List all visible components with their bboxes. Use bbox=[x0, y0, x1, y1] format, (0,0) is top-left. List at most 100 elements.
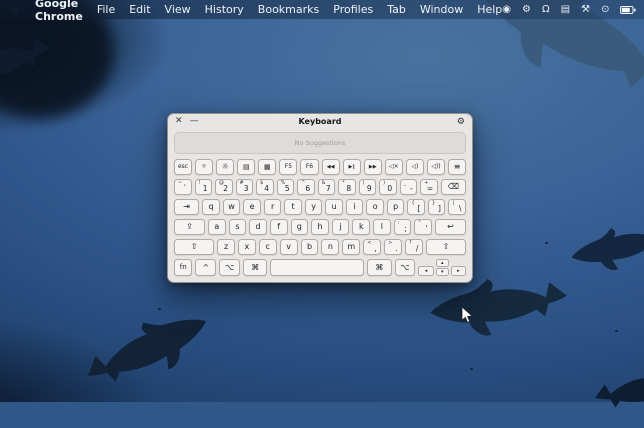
key-option-left[interactable]: ⌥ bbox=[219, 259, 240, 276]
key-y[interactable]: y bbox=[305, 199, 323, 215]
menu-item-edit[interactable]: Edit bbox=[129, 3, 150, 16]
key-k[interactable]: k bbox=[352, 219, 370, 235]
key-command-left[interactable]: ⌘ bbox=[243, 259, 267, 276]
apple-menu[interactable] bbox=[10, 3, 21, 16]
key-f[interactable]: f bbox=[270, 219, 288, 235]
key-p[interactable]: p bbox=[387, 199, 405, 215]
key-period[interactable]: >. bbox=[384, 239, 402, 255]
menu-item-file[interactable]: File bbox=[97, 3, 115, 16]
key-arrow-left[interactable]: ◂ bbox=[418, 266, 433, 276]
key-esc[interactable]: esc bbox=[174, 159, 192, 175]
key-play-pause[interactable]: ▶∥ bbox=[343, 159, 361, 175]
key-w[interactable]: w bbox=[223, 199, 241, 215]
key-5[interactable]: %5 bbox=[277, 179, 295, 195]
key-return[interactable]: ↩ bbox=[435, 219, 466, 235]
key-6[interactable]: ^6 bbox=[297, 179, 315, 195]
menu-item-history[interactable]: History bbox=[205, 3, 244, 16]
key-v[interactable]: v bbox=[280, 239, 298, 255]
menu-app-name[interactable]: Google Chrome bbox=[35, 0, 83, 23]
key-option-right[interactable]: ⌥ bbox=[395, 259, 416, 276]
key-tab[interactable]: ⇥ bbox=[174, 199, 199, 215]
key-caps-lock[interactable]: ⇪ bbox=[174, 219, 205, 235]
key-shift-right[interactable]: ⇧ bbox=[426, 239, 466, 255]
key-b[interactable]: b bbox=[301, 239, 319, 255]
key-launchpad[interactable]: ▦ bbox=[258, 159, 276, 175]
key-quote[interactable]: "' bbox=[414, 219, 432, 235]
key-9[interactable]: (9 bbox=[359, 179, 377, 195]
shark-silhouette bbox=[588, 355, 644, 427]
key-g[interactable]: g bbox=[291, 219, 309, 235]
menu-item-help[interactable]: Help bbox=[477, 3, 502, 16]
headphones-icon[interactable]: Ω bbox=[542, 5, 550, 15]
key-delete[interactable]: ⌫ bbox=[441, 179, 466, 195]
key-comma[interactable]: <, bbox=[363, 239, 381, 255]
key-r[interactable]: r bbox=[264, 199, 282, 215]
key-=[interactable]: += bbox=[420, 179, 438, 195]
key-menu[interactable]: ≡ bbox=[448, 159, 466, 175]
key-volume-down[interactable]: ◁) bbox=[406, 159, 424, 175]
key-i[interactable]: i bbox=[346, 199, 364, 215]
key-l[interactable]: l bbox=[373, 219, 391, 235]
key-m[interactable]: m bbox=[342, 239, 360, 255]
key-mission-control[interactable]: ▤ bbox=[237, 159, 255, 175]
key-semicolon[interactable]: :; bbox=[394, 219, 412, 235]
key-j[interactable]: j bbox=[332, 219, 350, 235]
menu-item-tab[interactable]: Tab bbox=[387, 3, 406, 16]
shark-silhouette bbox=[563, 217, 644, 282]
battery-icon[interactable] bbox=[620, 6, 636, 14]
key-f5[interactable]: F5 bbox=[279, 159, 297, 175]
key-x[interactable]: x bbox=[238, 239, 256, 255]
key-2[interactable]: @2 bbox=[215, 179, 233, 195]
key-space[interactable] bbox=[270, 259, 364, 276]
key-backtick[interactable]: ~` bbox=[174, 179, 192, 195]
key-arrow-down[interactable]: ▾ bbox=[436, 268, 449, 276]
key-c[interactable]: c bbox=[259, 239, 277, 255]
key-control[interactable]: ^ bbox=[195, 259, 216, 276]
key-a[interactable]: a bbox=[208, 219, 226, 235]
key-backslash[interactable]: |\ bbox=[448, 199, 466, 215]
menu-item-window[interactable]: Window bbox=[420, 3, 463, 16]
keyboard-settings-button[interactable]: ⚙ bbox=[457, 117, 465, 127]
gear-icon[interactable]: ⚙ bbox=[522, 5, 531, 15]
tools-icon[interactable]: ⚒ bbox=[581, 5, 590, 15]
keyboard-icon[interactable]: ▤ bbox=[561, 5, 570, 15]
key-4[interactable]: $4 bbox=[256, 179, 274, 195]
key-bracket-close[interactable]: }] bbox=[428, 199, 446, 215]
key-e[interactable]: e bbox=[243, 199, 261, 215]
key-1[interactable]: !1 bbox=[195, 179, 213, 195]
key-command-right[interactable]: ⌘ bbox=[367, 259, 391, 276]
key-mute[interactable]: ◁× bbox=[385, 159, 403, 175]
key-s[interactable]: s bbox=[229, 219, 247, 235]
key-q[interactable]: q bbox=[202, 199, 220, 215]
menu-item-view[interactable]: View bbox=[165, 3, 191, 16]
key-u[interactable]: u bbox=[325, 199, 343, 215]
window-title-bar[interactable]: ✕ — Keyboard ⚙ bbox=[168, 114, 472, 129]
key-o[interactable]: o bbox=[366, 199, 384, 215]
record-icon[interactable]: ◉ bbox=[502, 5, 511, 15]
key-h[interactable]: h bbox=[311, 219, 329, 235]
key-d[interactable]: d bbox=[249, 219, 267, 235]
key-z[interactable]: z bbox=[217, 239, 235, 255]
key-arrow-up[interactable]: ▴ bbox=[436, 259, 449, 267]
key--[interactable]: _- bbox=[400, 179, 418, 195]
key-t[interactable]: t bbox=[284, 199, 302, 215]
key-bracket-open[interactable]: {[ bbox=[407, 199, 425, 215]
key-fn[interactable]: fn bbox=[174, 259, 192, 276]
screen-record-icon[interactable]: ⊙ bbox=[601, 5, 609, 15]
key-7[interactable]: &7 bbox=[318, 179, 336, 195]
key-slash[interactable]: ?/ bbox=[405, 239, 423, 255]
key-fast-forward[interactable]: ▶▶ bbox=[364, 159, 382, 175]
key-brightness-up[interactable]: ☼ bbox=[216, 159, 234, 175]
key-f6[interactable]: F6 bbox=[300, 159, 318, 175]
menu-item-bookmarks[interactable]: Bookmarks bbox=[258, 3, 319, 16]
key-arrow-right[interactable]: ▸ bbox=[451, 266, 466, 276]
key-0[interactable]: )0 bbox=[379, 179, 397, 195]
key-shift-left[interactable]: ⇧ bbox=[174, 239, 214, 255]
key-n[interactable]: n bbox=[321, 239, 339, 255]
key-8[interactable]: *8 bbox=[338, 179, 356, 195]
key-rewind[interactable]: ◀◀ bbox=[322, 159, 340, 175]
key-volume-up[interactable]: ◁)) bbox=[427, 159, 445, 175]
menu-item-profiles[interactable]: Profiles bbox=[333, 3, 373, 16]
key-3[interactable]: #3 bbox=[236, 179, 254, 195]
key-brightness-down[interactable]: ☼ bbox=[195, 159, 213, 175]
